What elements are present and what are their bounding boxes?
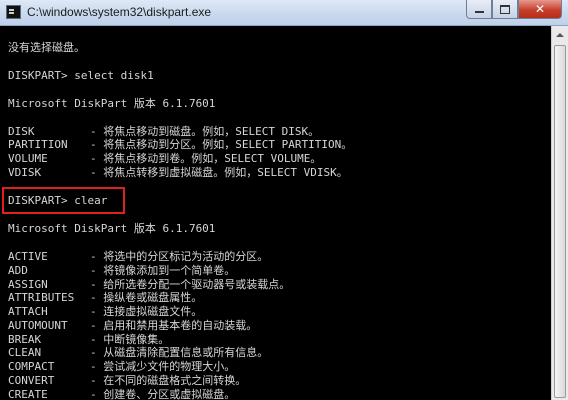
command-description: - 给所选卷分配一个驱动器号或装载点。 xyxy=(90,278,291,291)
help-command: VOLUME xyxy=(8,152,48,165)
command-line: ACTIVE - 将选中的分区标记为活动的分区。 xyxy=(8,250,268,263)
command-description: - 连接虚拟磁盘文件。 xyxy=(90,305,203,318)
help-description: - 将焦点转移到虚拟磁盘。例如，SELECT VDISK。 xyxy=(90,166,348,179)
command-description: - 从磁盘清除配置信息或所有信息。 xyxy=(90,346,269,359)
command-line: AUTOMOUNT - 启用和禁用基本卷的自动装载。 xyxy=(8,319,257,332)
command-description: - 操纵卷或磁盘属性。 xyxy=(90,291,203,304)
command-name: ATTRIBUTES xyxy=(8,291,75,304)
console-output[interactable]: 没有选择磁盘。 DISKPART> select disk1 Microsoft… xyxy=(0,26,551,400)
command-description: - 将选中的分区标记为活动的分区。 xyxy=(90,250,269,263)
command-line: COMPACT - 尝试减少文件的物理大小。 xyxy=(8,360,235,373)
caption-buttons: ✕ xyxy=(466,0,562,20)
minimize-button[interactable] xyxy=(466,0,492,19)
help-description: - 将焦点移动到磁盘。例如，SELECT DISK。 xyxy=(90,125,320,138)
command-description: - 尝试减少文件的物理大小。 xyxy=(90,360,236,373)
title-bar[interactable]: C:\windows\system32\diskpart.exe ✕ xyxy=(0,0,568,26)
prompt-select-disk: DISKPART> select disk1 xyxy=(8,69,154,82)
command-name: ACTIVE xyxy=(8,250,48,263)
command-name: CLEAN xyxy=(8,346,42,359)
help-command: VDISK xyxy=(8,166,42,179)
command-name: ASSIGN xyxy=(8,278,48,291)
command-line: BREAK - 中断镜像集。 xyxy=(8,333,169,346)
command-name: AUTOMOUNT xyxy=(8,319,68,332)
command-description: - 启用和禁用基本卷的自动装载。 xyxy=(90,319,258,332)
command-line: ATTRIBUTES - 操纵卷或磁盘属性。 xyxy=(8,291,202,304)
command-line: CLEAN - 从磁盘清除配置信息或所有信息。 xyxy=(8,346,268,359)
help-line: PARTITION - 将焦点移动到分区。例如，SELECT PARTITION。 xyxy=(8,138,352,151)
help-line: DISK - 将焦点移动到磁盘。例如，SELECT DISK。 xyxy=(8,125,319,138)
no-disk-message: 没有选择磁盘。 xyxy=(8,41,85,54)
vertical-scrollbar[interactable] xyxy=(551,26,568,400)
command-name: ADD xyxy=(8,264,28,277)
maximize-button[interactable] xyxy=(492,0,518,19)
version-line: Microsoft DiskPart 版本 6.1.7601 xyxy=(8,97,216,110)
close-button[interactable]: ✕ xyxy=(518,0,562,19)
maximize-icon xyxy=(500,4,510,14)
command-line: CREATE - 创建卷、分区或虚拟磁盘。 xyxy=(8,388,235,400)
version-line: Microsoft DiskPart 版本 6.1.7601 xyxy=(8,222,216,235)
scroll-up-arrow-icon[interactable] xyxy=(552,26,568,43)
help-command: PARTITION xyxy=(8,138,68,151)
command-name: ATTACH xyxy=(8,305,48,318)
command-description: - 在不同的磁盘格式之间转换。 xyxy=(90,374,247,387)
command-line: CONVERT - 在不同的磁盘格式之间转换。 xyxy=(8,374,246,387)
command-description: - 中断镜像集。 xyxy=(90,333,170,346)
scroll-thumb[interactable] xyxy=(554,45,566,398)
command-name: COMPACT xyxy=(8,360,55,373)
command-description: - 创建卷、分区或虚拟磁盘。 xyxy=(90,388,236,400)
command-name: BREAK xyxy=(8,333,42,346)
minimize-icon xyxy=(474,11,484,13)
command-line: ASSIGN - 给所选卷分配一个驱动器号或装载点。 xyxy=(8,278,290,291)
command-name: CONVERT xyxy=(8,374,55,387)
console-app-icon xyxy=(6,5,21,19)
close-icon: ✕ xyxy=(534,2,546,16)
window-title: C:\windows\system32\diskpart.exe xyxy=(27,5,212,19)
command-description: - 将镜像添加到一个简单卷。 xyxy=(90,264,236,277)
console-window: C:\windows\system32\diskpart.exe ✕ 没有选择磁… xyxy=(0,0,568,400)
command-name: CREATE xyxy=(8,388,48,400)
command-line: ATTACH - 连接虚拟磁盘文件。 xyxy=(8,305,202,318)
command-line: ADD - 将镜像添加到一个简单卷。 xyxy=(8,264,235,277)
clear-command-highlight xyxy=(2,187,125,214)
help-description: - 将焦点移动到卷。例如，SELECT VOLUME。 xyxy=(90,152,322,165)
help-line: VDISK - 将焦点转移到虚拟磁盘。例如，SELECT VDISK。 xyxy=(8,166,348,179)
help-line: VOLUME - 将焦点移动到卷。例如，SELECT VOLUME。 xyxy=(8,152,321,165)
help-description: - 将焦点移动到分区。例如，SELECT PARTITION。 xyxy=(90,138,353,151)
help-command: DISK xyxy=(8,125,35,138)
